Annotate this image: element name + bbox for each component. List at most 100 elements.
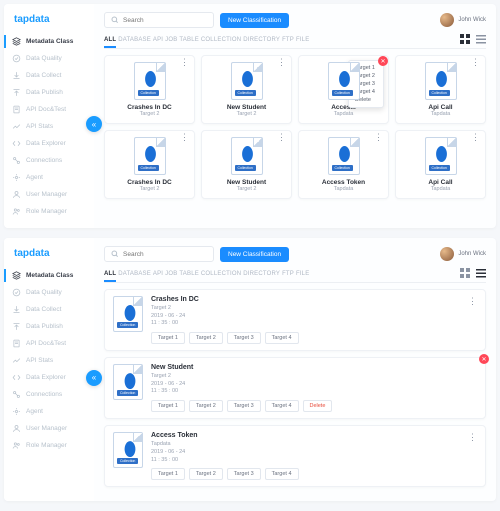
sidebar-item-api-stats[interactable]: API Stats <box>4 352 94 369</box>
list-view-icon[interactable] <box>476 34 486 44</box>
sidebar-item-data-collect[interactable]: Data Collect <box>4 67 94 84</box>
tab-database[interactable]: DATABASE <box>118 271 151 277</box>
sidebar-item-metadata-class[interactable]: Metadata Class <box>4 33 94 50</box>
card-title: Api Call <box>402 104 479 111</box>
card[interactable]: ⋮CollectionNew StudentTarget 2 <box>201 55 292 124</box>
target-chip[interactable]: Target 4 <box>265 332 299 344</box>
more-icon[interactable]: ⋮ <box>277 60 286 65</box>
sidebar-item-data-collect[interactable]: Data Collect <box>4 301 94 318</box>
card[interactable]: ⋮CollectionCrashes In DCTarget 2 <box>104 130 195 199</box>
search-input[interactable] <box>123 251 203 258</box>
layers-icon <box>12 271 21 280</box>
target-chip[interactable]: Target 2 <box>189 332 223 344</box>
sidebar-item-api-stats[interactable]: API Stats <box>4 118 94 135</box>
grid-view-icon[interactable] <box>460 34 470 44</box>
target-chip[interactable]: Target 3 <box>227 400 261 412</box>
list-row[interactable]: CollectionAccess TokenTapdata2019 - 06 -… <box>104 425 486 487</box>
sidebar-item-data-explorer[interactable]: Data Explorer <box>4 135 94 152</box>
sidebar-item-role-manager[interactable]: Role Manager <box>4 437 94 454</box>
card[interactable]: ✕Target 1Target 2Target 3Target 4DeleteC… <box>298 55 389 124</box>
row-title: Access Token <box>151 432 477 439</box>
tab-all[interactable]: ALL <box>104 271 116 282</box>
sidebar-item-api-doc-test[interactable]: API Doc&Test <box>4 335 94 352</box>
card[interactable]: ⋮CollectionNew StudentTarget 2 <box>201 130 292 199</box>
user-chip[interactable]: John Wick <box>440 247 486 261</box>
tab-table[interactable]: TABLE <box>179 271 199 277</box>
sidebar-item-user-manager[interactable]: User Manager <box>4 420 94 437</box>
target-chip[interactable]: Target 2 <box>189 400 223 412</box>
view-toggle <box>460 268 486 278</box>
target-chip[interactable]: Target 3 <box>227 332 261 344</box>
sidebar-collapse-button[interactable]: « <box>86 370 102 386</box>
tab-api[interactable]: API <box>153 37 163 43</box>
new-classification-button[interactable]: New Classification <box>220 247 289 262</box>
delete-chip[interactable]: Delete <box>303 400 333 412</box>
tab-directory[interactable]: DIRECTORY <box>243 271 280 277</box>
tab-collection[interactable]: COLLECTION <box>201 271 241 277</box>
sidebar-item-connections[interactable]: Connections <box>4 386 94 403</box>
row-info: Crashes In DCTarget 22019 - 06 - 2411 : … <box>151 296 477 344</box>
target-chip[interactable]: Target 1 <box>151 400 185 412</box>
target-chip[interactable]: Target 2 <box>189 468 223 480</box>
list-row[interactable]: CollectionNew StudentTarget 22019 - 06 -… <box>104 357 486 419</box>
tab-file[interactable]: FILE <box>296 271 309 277</box>
more-icon[interactable]: ⋮ <box>277 135 286 140</box>
target-chip[interactable]: Target 1 <box>151 468 185 480</box>
sidebar-item-data-publish[interactable]: Data Publish <box>4 84 94 101</box>
more-icon[interactable]: ⋮ <box>471 135 480 140</box>
sidebar-item-data-explorer[interactable]: Data Explorer <box>4 369 94 386</box>
collection-thumbnail: Collection <box>134 137 166 175</box>
sidebar-item-connections[interactable]: Connections <box>4 152 94 169</box>
tab-job[interactable]: JOB <box>165 271 177 277</box>
more-icon[interactable]: ⋮ <box>468 296 477 307</box>
tab-collection[interactable]: COLLECTION <box>201 37 241 43</box>
sidebar-item-label: Data Quality <box>26 55 62 62</box>
sidebar-item-agent[interactable]: Agent <box>4 169 94 186</box>
search-box[interactable] <box>104 246 214 262</box>
user-chip[interactable]: John Wick <box>440 13 486 27</box>
target-chip[interactable]: Target 4 <box>265 400 299 412</box>
list-view-icon[interactable] <box>476 268 486 278</box>
close-icon[interactable]: ✕ <box>479 354 489 364</box>
search-box[interactable] <box>104 12 214 28</box>
list-row[interactable]: CollectionCrashes In DCTarget 22019 - 06… <box>104 289 486 351</box>
sidebar-item-data-quality[interactable]: Data Quality <box>4 50 94 67</box>
card[interactable]: ⋮CollectionApi CallTapdata <box>395 55 486 124</box>
collection-thumbnail: Collection <box>328 62 360 100</box>
target-chip[interactable]: Target 3 <box>227 468 261 480</box>
more-icon[interactable]: ⋮ <box>471 60 480 65</box>
close-icon[interactable]: ✕ <box>378 56 388 66</box>
card[interactable]: ⋮CollectionCrashes In DCTarget 2 <box>104 55 195 124</box>
tab-api[interactable]: API <box>153 271 163 277</box>
tab-ftp[interactable]: FTP <box>282 37 294 43</box>
thumb-tag: Collection <box>117 390 138 396</box>
tab-file[interactable]: FILE <box>296 37 309 43</box>
target-chip[interactable]: Target 1 <box>151 332 185 344</box>
target-chip[interactable]: Target 4 <box>265 468 299 480</box>
sidebar-item-data-quality[interactable]: Data Quality <box>4 284 94 301</box>
card[interactable]: ⋮CollectionAccess TokenTapdata <box>298 130 389 199</box>
tab-table[interactable]: TABLE <box>179 37 199 43</box>
sidebar-item-metadata-class[interactable]: Metadata Class <box>4 267 94 284</box>
tab-database[interactable]: DATABASE <box>118 37 151 43</box>
new-classification-button[interactable]: New Classification <box>220 13 289 28</box>
topbar: New Classification John Wick <box>104 12 486 28</box>
sidebar-item-api-doc-test[interactable]: API Doc&Test <box>4 101 94 118</box>
card[interactable]: ⋮CollectionApi CallTapdata <box>395 130 486 199</box>
tab-ftp[interactable]: FTP <box>282 271 294 277</box>
search-input[interactable] <box>123 17 203 24</box>
more-icon[interactable]: ⋮ <box>180 60 189 65</box>
more-icon[interactable]: ⋮ <box>468 432 477 443</box>
more-icon[interactable]: ⋮ <box>374 135 383 140</box>
card-title: Crashes In DC <box>111 104 188 111</box>
sidebar-item-data-publish[interactable]: Data Publish <box>4 318 94 335</box>
grid-view-icon[interactable] <box>460 268 470 278</box>
sidebar-item-agent[interactable]: Agent <box>4 403 94 420</box>
sidebar-item-role-manager[interactable]: Role Manager <box>4 203 94 220</box>
tab-all[interactable]: ALL <box>104 37 116 48</box>
tab-job[interactable]: JOB <box>165 37 177 43</box>
tab-directory[interactable]: DIRECTORY <box>243 37 280 43</box>
sidebar-collapse-button[interactable]: « <box>86 116 102 132</box>
sidebar-item-user-manager[interactable]: User Manager <box>4 186 94 203</box>
more-icon[interactable]: ⋮ <box>180 135 189 140</box>
